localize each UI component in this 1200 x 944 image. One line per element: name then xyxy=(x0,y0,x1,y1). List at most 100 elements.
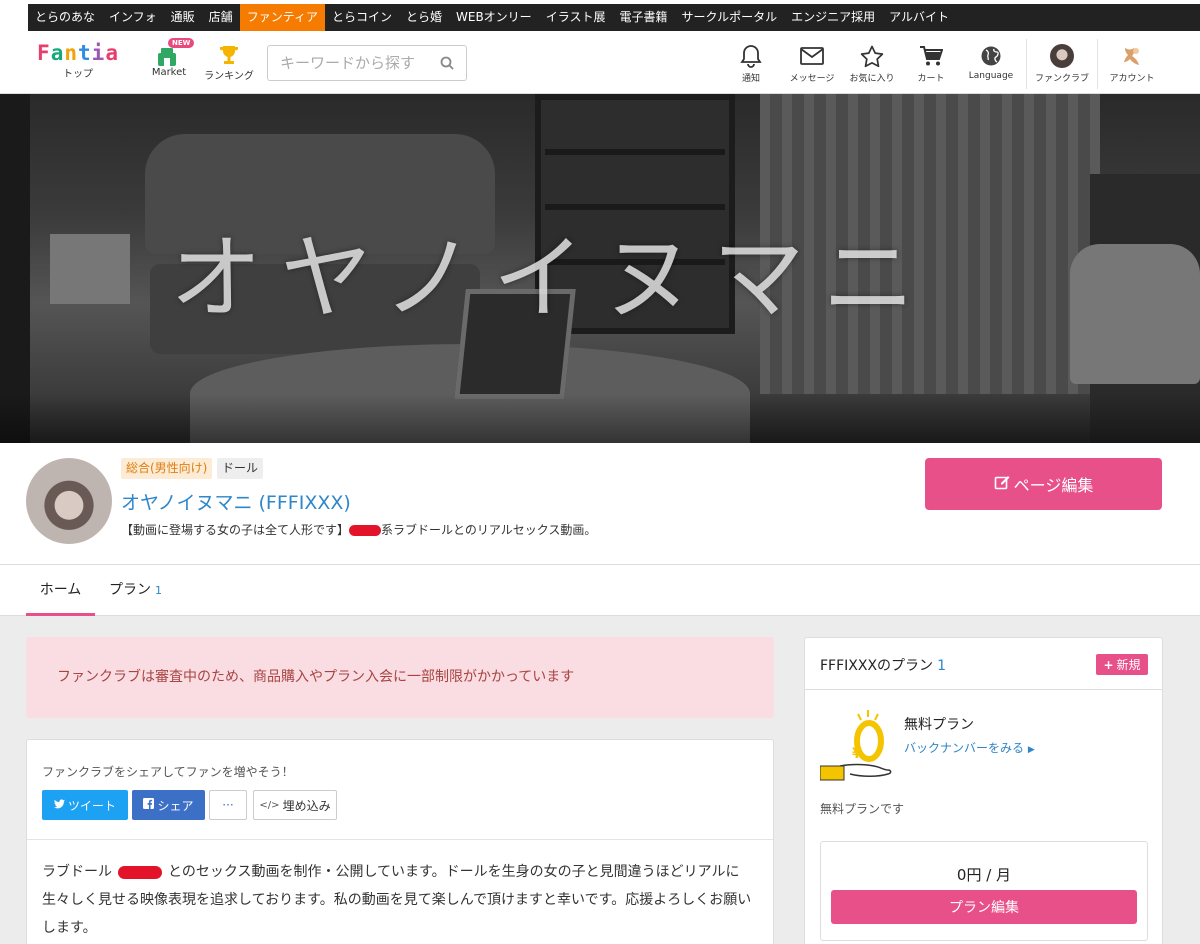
bell-icon xyxy=(721,43,781,69)
share-card: ファンクラブをシェアしてファンを増やそう！ ツイート シェア ··· </> 埋… xyxy=(26,739,774,944)
plan-count: 1 xyxy=(937,658,946,674)
topbar-item-tenpo[interactable]: 店舗 xyxy=(202,4,240,31)
plus-icon: + xyxy=(1103,657,1114,672)
catchphrase-part1: 【動画に登場する女の子は全て人形です】 xyxy=(121,523,350,537)
message-link[interactable]: メッセージ xyxy=(782,43,842,84)
fanclub-description: ラブドール とのセックス動画を制作・公開しています。ドールを生身の女の子と見間違う… xyxy=(42,858,757,942)
globe-icon xyxy=(961,43,1021,69)
fanclub-avatar-icon xyxy=(1032,43,1092,69)
new-plan-button[interactable]: + 新規 xyxy=(1096,654,1148,675)
tab-plan-count: 1 xyxy=(155,584,162,597)
account-link[interactable]: アカウント xyxy=(1102,43,1162,84)
logo-sub-label: トップ xyxy=(63,69,93,80)
embed-button[interactable]: </> 埋め込み xyxy=(253,790,337,820)
notify-link[interactable]: 通知 xyxy=(721,43,781,84)
tab-home[interactable]: ホーム xyxy=(26,565,95,616)
edit-page-button[interactable]: ページ編集 xyxy=(925,458,1162,510)
facebook-icon xyxy=(143,798,155,812)
plan-price: 0円 / 月 xyxy=(956,866,1012,884)
topbar-item-circle[interactable]: サークルポータル xyxy=(674,4,784,31)
notify-label: 通知 xyxy=(741,74,760,84)
header-divider xyxy=(1026,39,1027,89)
topbar-item-baito[interactable]: アルバイト xyxy=(882,4,956,31)
share-heading: ファンクラブをシェアしてファンを増やそう！ xyxy=(42,765,294,779)
edit-icon xyxy=(994,474,1010,494)
plan-name: 無料プラン xyxy=(904,717,974,733)
facebook-share-button[interactable]: シェア xyxy=(132,790,205,820)
fanclub-banner: オヤノイヌマニ xyxy=(0,94,1200,443)
more-dots-label: ··· xyxy=(222,798,234,812)
language-label: Language xyxy=(968,71,1014,81)
share-label: シェア xyxy=(157,798,194,813)
plan-note: 無料プランです xyxy=(820,802,905,816)
topbar-item-engineer[interactable]: エンジニア採用 xyxy=(784,4,882,31)
site-header: Fantia トップ NEW Market ランキング 通知 メッセージ xyxy=(0,33,1200,94)
plan-price-box: 0円 / 月 プラン編集 xyxy=(820,841,1148,941)
new-badge: NEW xyxy=(168,38,195,48)
topbar-item-illust[interactable]: イラスト展 xyxy=(539,4,613,31)
plan-title-text: FFFIXXXのプラン xyxy=(820,658,934,674)
tweet-button[interactable]: ツイート xyxy=(42,790,128,820)
market-label: Market xyxy=(151,67,187,78)
topbar-item-toracoin[interactable]: とらコイン xyxy=(325,4,399,31)
category-tag[interactable]: 総合(男性向け) xyxy=(121,458,213,479)
description-part1: ラブドール xyxy=(42,864,112,880)
tweet-label: ツイート xyxy=(67,798,116,813)
favorite-label: お気に入り xyxy=(849,74,895,84)
account-label: アカウント xyxy=(1109,74,1155,84)
edit-page-label: ページ編集 xyxy=(1013,476,1094,495)
fanclub-avatar[interactable] xyxy=(26,458,112,544)
fanclub-catchphrase: 【動画に登場する女の子は全て人形です】 系ラブドールとのリアルセックス動画。 xyxy=(121,521,596,538)
more-share-button[interactable]: ··· xyxy=(209,790,247,820)
topbar-item-torakon[interactable]: とら婚 xyxy=(399,4,449,31)
backnumber-label: バックナンバーをみる xyxy=(904,741,1025,755)
redaction-mark xyxy=(349,525,382,536)
fanclub-link[interactable]: ファンクラブ xyxy=(1032,43,1092,84)
svg-text:¥: ¥ xyxy=(852,746,862,762)
catchphrase-part2: 系ラブドールとのリアルセックス動画。 xyxy=(381,523,597,537)
star-icon xyxy=(842,43,902,69)
language-link[interactable]: Language xyxy=(961,43,1021,81)
cart-icon xyxy=(901,43,961,69)
topbar-item-fantia[interactable]: ファンティア xyxy=(239,4,325,31)
logo-wordmark: Fantia xyxy=(37,41,119,65)
ranking-link[interactable]: ランキング xyxy=(203,41,255,82)
trophy-icon xyxy=(203,41,255,67)
topbar-item-ebook[interactable]: 電子書籍 xyxy=(612,4,674,31)
account-avatar-icon xyxy=(1102,43,1162,69)
fanclub-tabs: ホーム プラン 1 xyxy=(0,565,1200,616)
edit-plan-button[interactable]: プラン編集 xyxy=(831,890,1137,924)
tab-plan[interactable]: プラン 1 xyxy=(109,565,162,616)
topbar-menu: とらのあな インフォ 通販 店舗 ファンティア とらコイン とら婚 WEBオンリ… xyxy=(28,4,1200,31)
message-label: メッセージ xyxy=(789,74,835,84)
plan-card-title: FFFIXXXのプラン 1 xyxy=(820,655,946,675)
review-alert: ファンクラブは審査中のため、商品購入やプラン入会に一部制限がかかっています xyxy=(26,637,774,718)
ranking-label: ランキング xyxy=(204,71,254,82)
search-icon[interactable] xyxy=(440,56,454,74)
favorite-link[interactable]: お気に入り xyxy=(842,43,902,84)
cart-link[interactable]: カート xyxy=(901,43,961,84)
embed-label: 埋め込み xyxy=(282,798,331,813)
fanclub-name[interactable]: オヤノイヌマニ (FFFIXXX) xyxy=(121,488,351,515)
search-input[interactable] xyxy=(268,46,433,80)
new-plan-label: 新規 xyxy=(1116,658,1141,672)
cart-label: カート xyxy=(917,74,945,84)
envelope-icon xyxy=(782,43,842,69)
market-link[interactable]: NEW Market xyxy=(148,38,195,78)
topbar-item-webonly[interactable]: WEBオンリー xyxy=(449,4,539,31)
share-divider xyxy=(27,839,773,840)
topbar-item-toranoana[interactable]: とらのあな xyxy=(28,4,102,31)
plan-card-header: FFFIXXXのプラン 1 + 新規 xyxy=(805,638,1162,690)
genre-tag[interactable]: ドール xyxy=(217,458,264,479)
site-topbar: とらのあな インフォ 通販 店舗 ファンティア とらコイン とら婚 WEBオンリ… xyxy=(0,0,1200,33)
caret-right-icon: ▶ xyxy=(1027,745,1035,755)
backnumber-link[interactable]: バックナンバーをみる ▶ xyxy=(904,739,1035,756)
redaction-mark xyxy=(118,865,162,879)
fantia-logo[interactable]: Fantia トップ xyxy=(26,41,130,87)
topbar-item-tsuhan[interactable]: 通販 xyxy=(164,4,202,31)
header-divider xyxy=(1097,39,1098,89)
market-icon: NEW xyxy=(148,38,195,67)
plan-card: FFFIXXXのプラン 1 + 新規 ¥ 無料プラン バックナンバーをみる ▶ 無… xyxy=(804,637,1163,944)
tab-plan-label: プラン xyxy=(109,582,151,598)
topbar-item-info[interactable]: インフォ xyxy=(102,4,164,31)
